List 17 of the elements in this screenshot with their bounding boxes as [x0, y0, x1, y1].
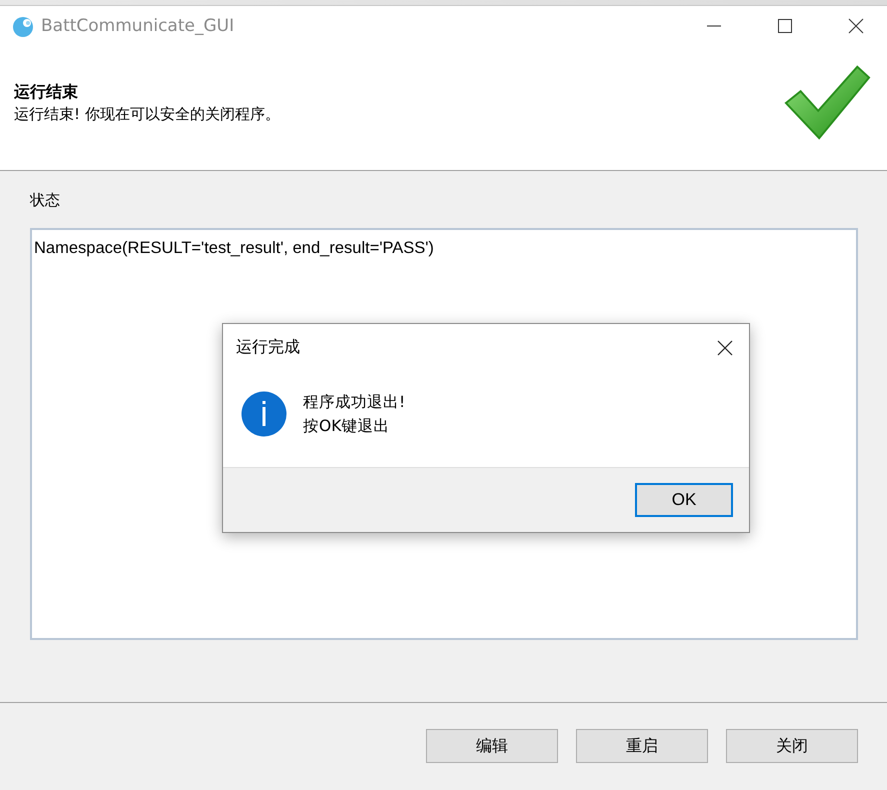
dialog-title: 运行完成 [236, 337, 300, 358]
dialog-message: 程序成功退出! [303, 392, 406, 413]
status-text: Namespace(RESULT='test_result', end_result='PASS') [34, 239, 434, 257]
app-icon [11, 14, 35, 38]
ok-button[interactable]: OK [635, 483, 733, 517]
close-icon[interactable] [848, 18, 864, 34]
page-title: 运行结束 [14, 82, 79, 103]
info-icon [241, 391, 287, 437]
action-button[interactable]: 关闭 [726, 729, 858, 763]
action-button[interactable]: 重启 [576, 729, 708, 763]
maximize-icon[interactable] [777, 18, 793, 34]
page-message: 运行结束! 你现在可以安全的关闭程序。 [14, 105, 281, 124]
action-button[interactable]: 编辑 [426, 729, 558, 763]
close-icon[interactable] [717, 340, 733, 356]
status-label: 状态 [30, 191, 61, 210]
dialog-message: 按OK键退出 [303, 416, 390, 437]
window-title: BattCommunicate_GUI [41, 16, 234, 36]
